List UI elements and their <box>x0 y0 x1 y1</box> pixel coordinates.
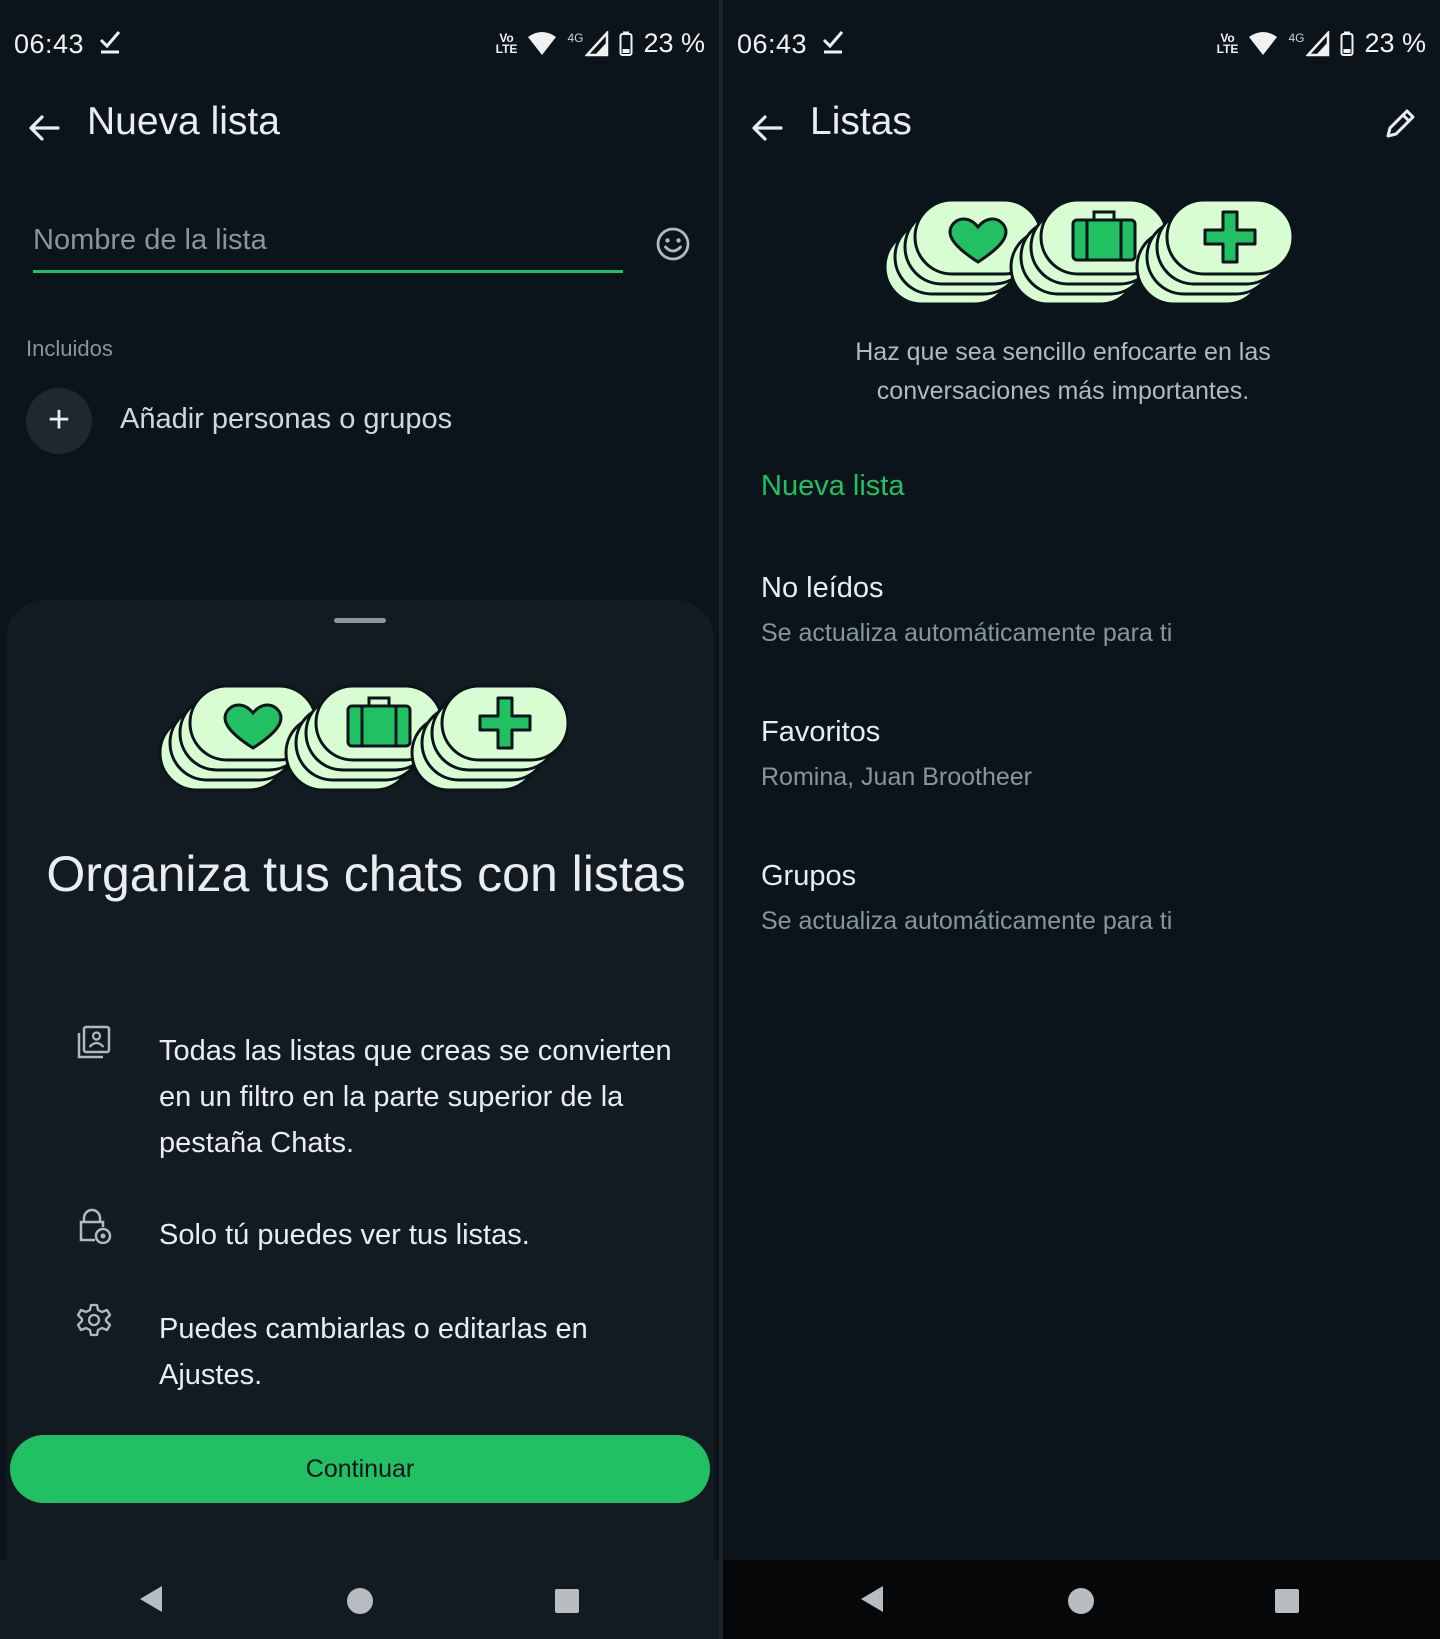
feature-settings-text: Puedes cambiarlas o editarlas en Ajustes… <box>159 1313 588 1391</box>
app-bar: Nueva lista <box>0 90 719 180</box>
arrow-left-icon[interactable] <box>24 108 64 148</box>
feature-filter: Todas las listas que creas se convierten… <box>76 1024 676 1164</box>
lists-illustration <box>883 198 1293 306</box>
list-item-title: Grupos <box>761 860 857 892</box>
arrow-left-icon[interactable] <box>747 108 787 148</box>
list-name-input[interactable] <box>33 220 623 257</box>
lists-illustration <box>158 684 568 792</box>
battery-icon <box>619 31 633 56</box>
list-item-groups[interactable]: Grupos Se actualiza automáticamente para… <box>761 860 1401 970</box>
list-item-unread[interactable]: No leídos Se actualiza automáticamente p… <box>761 572 1401 682</box>
list-item-subtitle: Romina, Juan Brootheer <box>761 763 1032 791</box>
battery-percent: 23 % <box>643 28 705 58</box>
page-title: Listas <box>810 100 912 143</box>
wifi-icon <box>1249 31 1278 55</box>
status-bar: 06:43 Vo LTE 4G 23 % <box>0 0 719 90</box>
plus-icon: + <box>26 388 92 454</box>
status-time: 06:43 <box>737 29 808 59</box>
screen-lists: 06:43 Vo LTE 4G 23 % Listas Haz que sea … <box>723 0 1440 1639</box>
nav-recents-icon[interactable] <box>1275 1589 1299 1613</box>
nav-home-icon[interactable] <box>1068 1588 1094 1614</box>
download-done-icon <box>99 31 121 54</box>
screen-new-list: 06:43 VoLTE 4G 23 % Nueva lista Incluido… <box>0 0 719 1639</box>
included-label: Incluidos <box>26 336 113 361</box>
add-people-row[interactable]: + Añadir personas o grupos <box>26 388 706 454</box>
system-nav-bar <box>723 1560 1440 1639</box>
nav-back-icon[interactable] <box>857 1584 887 1614</box>
signal-icon <box>585 30 609 56</box>
new-list-button[interactable]: Nueva lista <box>761 470 904 503</box>
feature-filter-text: Todas las listas que creas se convierten… <box>159 1035 672 1159</box>
smiley-icon[interactable] <box>655 226 691 262</box>
sheet-title: Organiza tus chats con listas <box>46 846 686 902</box>
page-title: Nueva lista <box>87 100 280 143</box>
gear-icon <box>76 1303 112 1337</box>
sheet-drag-handle[interactable] <box>334 618 386 623</box>
volte-icon: Vo LTE <box>1216 30 1239 56</box>
list-item-subtitle: Se actualiza automáticamente para ti <box>761 619 1173 647</box>
status-icons: Vo LTE 4G 23 % <box>496 28 705 59</box>
battery-icon <box>1340 31 1354 56</box>
network-type-icon: 4G <box>1288 30 1305 45</box>
network-type-icon: 4G <box>567 30 584 45</box>
battery-percent: 23 % <box>1364 28 1426 58</box>
list-item-title: No leídos <box>761 572 884 604</box>
wifi-icon <box>528 31 557 55</box>
add-people-label: Añadir personas o grupos <box>120 403 453 435</box>
feature-private: Solo tú puedes ver tus listas. <box>76 1208 676 1258</box>
status-icons: Vo LTE 4G 23 % <box>1217 28 1426 59</box>
pencil-icon[interactable] <box>1380 104 1420 144</box>
app-bar: Listas <box>723 90 1440 180</box>
list-item-favorites[interactable]: Favoritos Romina, Juan Brootheer <box>761 716 1401 826</box>
filter-list-icon <box>77 1025 111 1059</box>
status-time: 06:43 <box>14 29 85 59</box>
list-name-field[interactable] <box>33 220 623 273</box>
volte-icon: Vo LTE <box>495 30 518 56</box>
feature-settings: Puedes cambiarlas o editarlas en Ajustes… <box>76 1302 676 1402</box>
nav-back-icon[interactable] <box>136 1584 166 1614</box>
list-item-subtitle: Se actualiza automáticamente para ti <box>761 907 1173 935</box>
continue-button[interactable]: Continuar <box>10 1435 710 1503</box>
lock-icon <box>79 1208 112 1244</box>
lists-description: Haz que sea sencillo enfocarte en las co… <box>855 338 1271 405</box>
feature-private-text: Solo tú puedes ver tus listas. <box>159 1219 530 1251</box>
status-bar: 06:43 Vo LTE 4G 23 % <box>723 0 1440 90</box>
list-item-title: Favoritos <box>761 716 881 748</box>
nav-recents-icon[interactable] <box>555 1589 579 1613</box>
nav-home-icon[interactable] <box>347 1588 373 1614</box>
download-done-icon <box>822 31 844 54</box>
system-nav-bar <box>0 1560 719 1639</box>
signal-icon <box>1306 30 1330 56</box>
